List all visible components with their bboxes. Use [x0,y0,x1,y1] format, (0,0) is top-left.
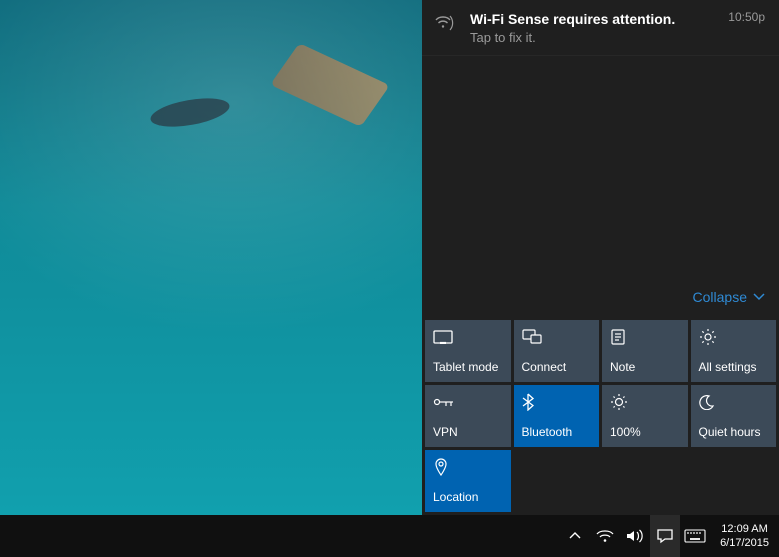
clock-date: 6/17/2015 [720,536,769,550]
tile-note[interactable]: Note [602,320,688,382]
note-icon [610,328,680,346]
tile-bluetooth[interactable]: Bluetooth [514,385,600,447]
tray-volume-button[interactable] [620,515,650,557]
tile-label: Note [610,360,680,374]
tile-vpn[interactable]: VPN [425,385,511,447]
tray-overflow-button[interactable] [560,515,590,557]
tile-location[interactable]: Location [425,450,511,512]
desktop-wallpaper[interactable]: Wi-Fi Sense requires attention. Tap to f… [0,0,779,515]
bluetooth-icon [522,393,592,411]
tile-label: Tablet mode [433,360,503,374]
chevron-up-icon [569,532,581,540]
tile-label: Quiet hours [699,425,769,439]
tray-network-button[interactable] [590,515,620,557]
keyboard-icon [684,529,706,543]
wifi-icon [596,529,614,543]
wifi-sense-icon [432,10,458,45]
collapse-label: Collapse [693,289,747,305]
notification-item[interactable]: Wi-Fi Sense requires attention. Tap to f… [422,0,779,56]
vpn-icon [433,393,503,411]
tile-label: Location [433,490,503,504]
clock-time: 12:09 AM [720,522,769,536]
tile-label: All settings [699,360,769,374]
wallpaper-graphic [120,60,380,190]
tile-brightness[interactable]: 100% [602,385,688,447]
notification-subtitle: Tap to fix it. [470,30,710,45]
tray-action-center-button[interactable] [650,515,680,557]
action-center-icon [656,528,674,544]
collapse-button[interactable]: Collapse [693,289,765,305]
system-tray: 12:09 AM 6/17/2015 [560,515,779,557]
connect-icon [522,328,592,346]
speaker-icon [626,528,644,544]
chevron-down-icon [753,293,765,301]
tile-tablet-mode[interactable]: Tablet mode [425,320,511,382]
tile-label: VPN [433,425,503,439]
gear-icon [699,328,769,346]
tile-label: Bluetooth [522,425,592,439]
location-icon [433,458,503,476]
moon-icon [699,393,769,411]
quick-action-tiles: Tablet mode Connect Note All settings [422,317,779,515]
tile-connect[interactable]: Connect [514,320,600,382]
tile-all-settings[interactable]: All settings [691,320,777,382]
notification-time: 10:50p [722,10,765,45]
notification-title: Wi-Fi Sense requires attention. [470,10,710,28]
sun-icon [610,393,680,411]
taskbar: 12:09 AM 6/17/2015 [0,515,779,557]
tray-keyboard-button[interactable] [680,515,710,557]
tile-label: 100% [610,425,680,439]
tablet-icon [433,328,503,346]
taskbar-clock[interactable]: 12:09 AM 6/17/2015 [710,522,779,551]
action-center-panel: Wi-Fi Sense requires attention. Tap to f… [422,0,779,515]
tile-quiet-hours[interactable]: Quiet hours [691,385,777,447]
tile-label: Connect [522,360,592,374]
